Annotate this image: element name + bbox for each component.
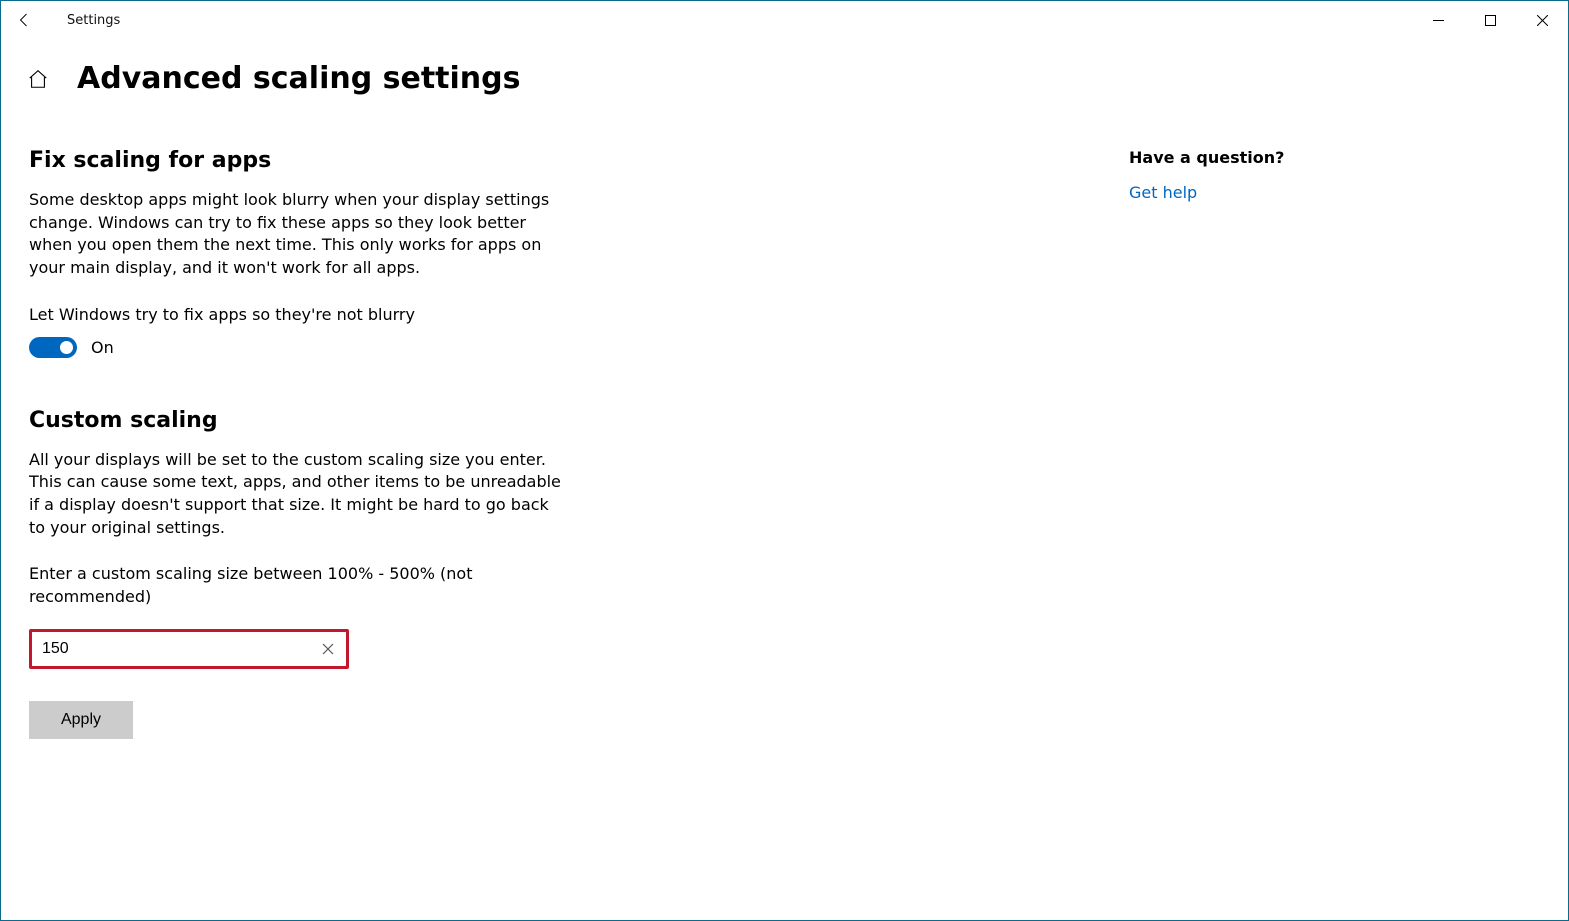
fix-scaling-toggle[interactable] xyxy=(29,337,77,358)
fix-scaling-heading: Fix scaling for apps xyxy=(29,148,649,173)
page-title: Advanced scaling settings xyxy=(77,61,520,96)
maximize-button[interactable] xyxy=(1464,1,1516,39)
apply-button[interactable]: Apply xyxy=(29,701,133,739)
custom-scaling-input[interactable] xyxy=(32,632,310,666)
custom-scaling-description: All your displays will be set to the cus… xyxy=(29,449,569,540)
have-a-question-heading: Have a question? xyxy=(1129,148,1284,167)
fix-scaling-toggle-state: On xyxy=(91,338,114,357)
fix-scaling-description: Some desktop apps might look blurry when… xyxy=(29,189,569,280)
back-button[interactable] xyxy=(1,1,49,39)
app-title: Settings xyxy=(67,13,120,28)
clear-input-icon[interactable] xyxy=(310,632,346,666)
custom-scaling-input-wrap xyxy=(29,629,349,669)
close-button[interactable] xyxy=(1516,1,1568,39)
home-icon[interactable] xyxy=(27,68,49,90)
page-header: Advanced scaling settings xyxy=(1,39,1568,96)
custom-scaling-heading: Custom scaling xyxy=(29,408,649,433)
get-help-link[interactable]: Get help xyxy=(1129,183,1284,202)
fix-scaling-toggle-label: Let Windows try to fix apps so they're n… xyxy=(29,304,569,327)
titlebar: Settings xyxy=(1,1,1568,39)
minimize-button[interactable] xyxy=(1412,1,1464,39)
toggle-knob xyxy=(60,341,73,354)
custom-scaling-input-label: Enter a custom scaling size between 100%… xyxy=(29,563,569,608)
